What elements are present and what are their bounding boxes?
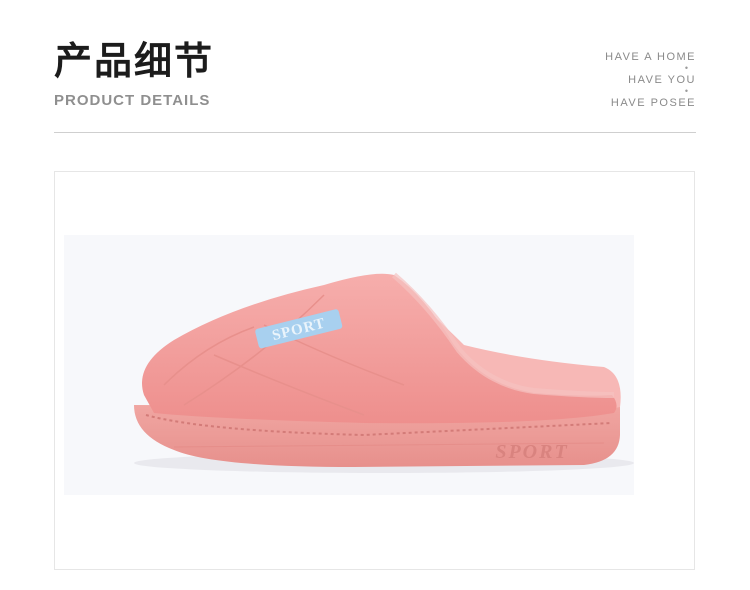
separator-dot-icon: •	[684, 86, 688, 96]
separator-dot-icon: •	[684, 63, 688, 73]
slogan-line-1: HAVE A HOME	[605, 51, 696, 63]
slipper-image: SPORT SPORT	[64, 235, 634, 495]
slogan-block: HAVE A HOME • HAVE YOU • HAVE POSEE	[496, 50, 696, 110]
slogan-line-2: HAVE YOU	[628, 74, 696, 86]
page-title-en: PRODUCT DETAILS	[54, 92, 211, 109]
slogan-line-3: HAVE POSEE	[610, 97, 696, 109]
page-title-cn: 产品细节	[54, 39, 215, 83]
header-divider	[54, 132, 696, 133]
sole-label-text: SPORT	[495, 441, 568, 463]
